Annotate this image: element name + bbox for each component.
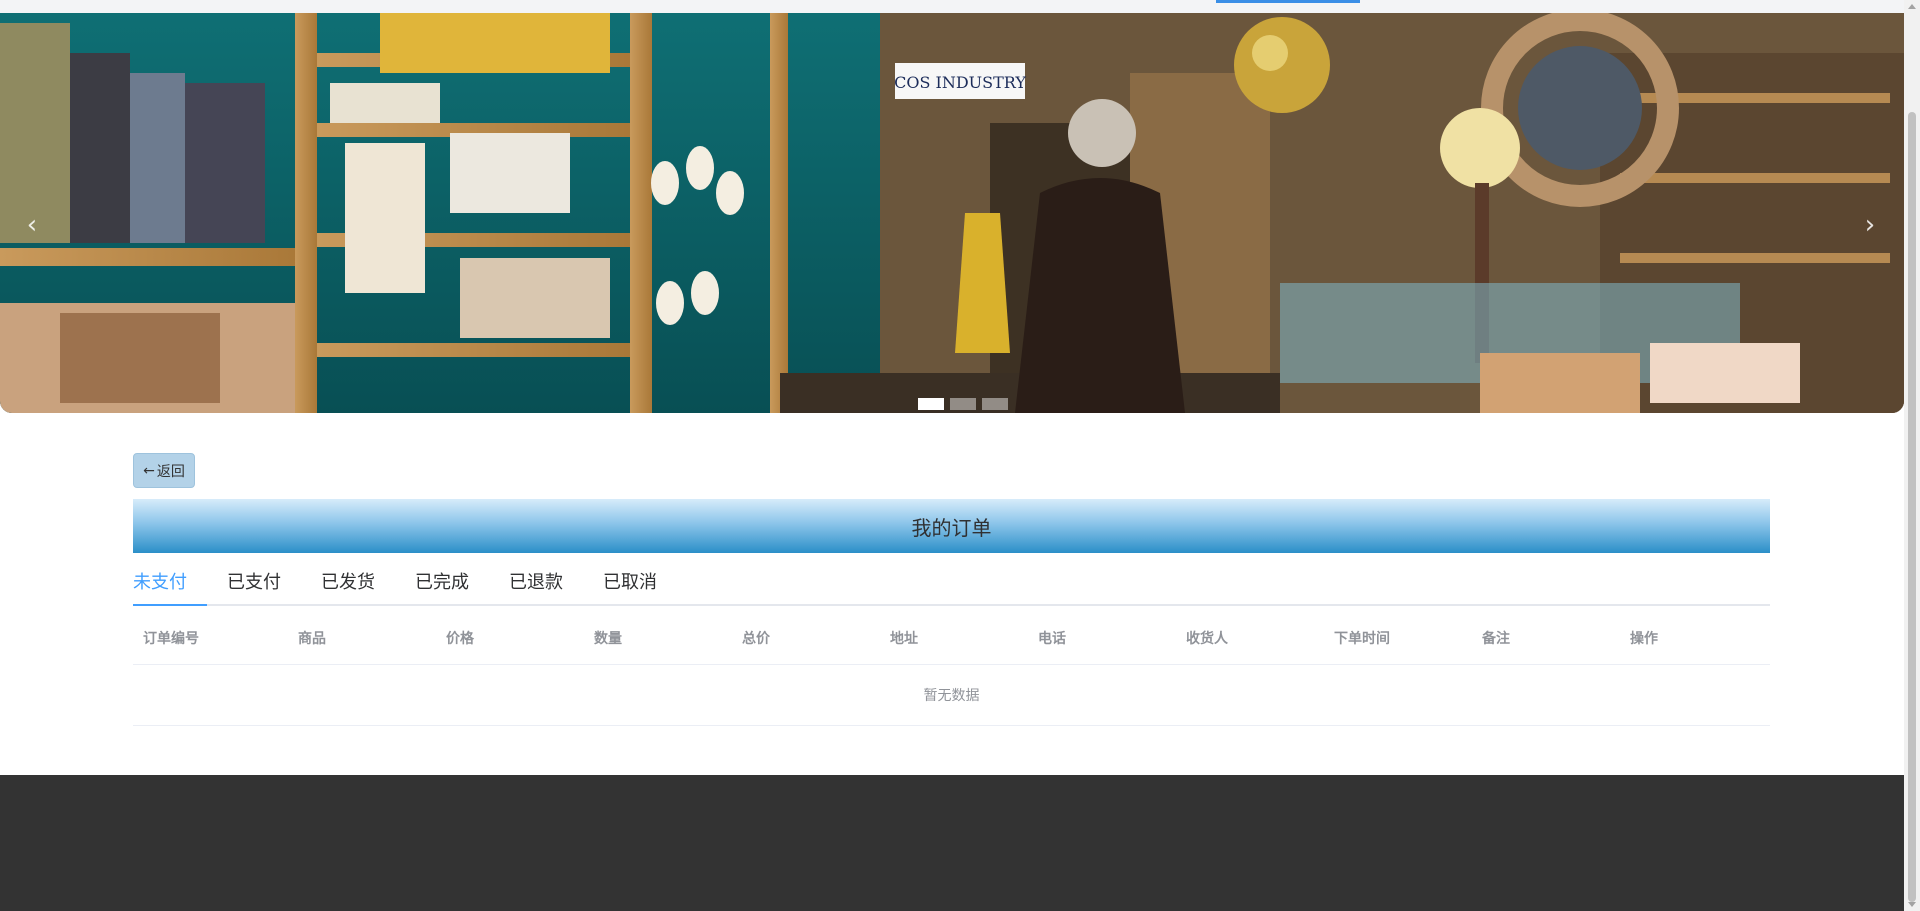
column-header-address[interactable]: 地址 [880,628,1028,648]
carousel-prev-arrow[interactable]: ‹ [20,205,44,245]
column-header-price[interactable]: 价格 [436,628,584,648]
column-header-order-id[interactable]: 订单编号 [133,628,288,648]
scroll-up-icon[interactable] [1908,4,1916,9]
tab-refunded[interactable]: 已退款 [489,562,583,604]
carousel-indicator[interactable] [918,398,944,410]
banner-carousel[interactable]: COS INDUSTRY ‹ › [0,13,1904,413]
column-header-phone[interactable]: 电话 [1028,628,1176,648]
tab-unpaid[interactable]: 未支付 [133,562,207,606]
column-header-order-time[interactable]: 下单时间 [1324,628,1472,648]
empty-data-text: 暂无数据 [923,688,980,704]
shop-sign-text: COS INDUSTRY [894,73,1026,92]
tab-paid[interactable]: 已支付 [207,562,301,604]
scrollbar-thumb[interactable] [1908,112,1916,902]
column-header-recipient[interactable]: 收货人 [1176,628,1324,648]
page-title-bar: 我的订单 [133,499,1770,553]
back-button-label: 返回 [156,463,185,480]
order-status-tabs: 未支付 已支付 已发货 已完成 已退款 已取消 [133,562,1770,606]
column-header-notes[interactable]: 备注 [1472,628,1620,648]
arrow-left-icon: ← [143,462,155,479]
column-header-actions[interactable]: 操作 [1620,628,1768,648]
table-header-row: 订单编号 商品 价格 数量 总价 地址 电话 收货人 下单时间 备注 操作 [133,612,1770,665]
tab-completed[interactable]: 已完成 [395,562,489,604]
scroll-down-icon[interactable] [1908,902,1916,907]
banner-image: COS INDUSTRY [0,13,1904,413]
back-button[interactable]: ← 返回 [133,453,195,488]
table-empty-row: 暂无数据 [133,665,1770,726]
carousel-indicator[interactable] [982,398,1008,410]
active-nav-indicator [1216,0,1360,3]
column-header-product[interactable]: 商品 [288,628,436,648]
column-header-total[interactable]: 总价 [732,628,880,648]
carousel-next-arrow[interactable]: › [1858,205,1882,245]
page-title: 我的订单 [911,515,992,540]
tab-shipped[interactable]: 已发货 [301,562,395,604]
tab-cancelled[interactable]: 已取消 [583,562,677,604]
carousel-indicators [918,398,1008,412]
orders-table: 订单编号 商品 价格 数量 总价 地址 电话 收货人 下单时间 备注 操作 暂无… [133,612,1770,726]
column-header-quantity[interactable]: 数量 [584,628,732,648]
page-footer [0,775,1904,911]
page-scrollbar[interactable] [1904,0,1920,911]
top-nav-strip [0,0,1904,14]
carousel-indicator[interactable] [950,398,976,410]
